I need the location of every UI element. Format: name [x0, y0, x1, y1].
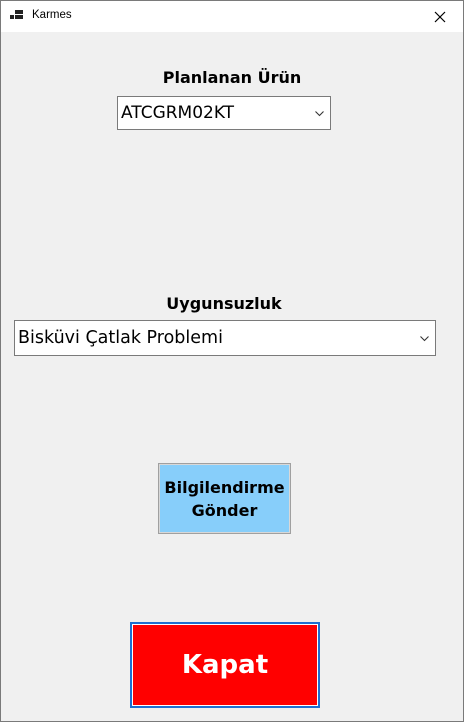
send-notification-label-line2: Gönder [191, 500, 258, 520]
window-title: Karmes [32, 9, 72, 21]
planned-product-select[interactable]: ATCGRM02KT [117, 96, 331, 130]
close-button-label: Kapat [181, 650, 269, 680]
close-button[interactable]: Kapat [130, 622, 320, 708]
send-notification-label-line1: Bilgilendirme [164, 477, 285, 497]
dialog-window: Karmes Planlanan Ürün ATCGRM02KT Uygunsu… [0, 0, 464, 722]
title-bar: Karmes [1, 1, 463, 32]
chevron-down-icon [315, 111, 324, 117]
nonconformity-select[interactable]: Bisküvi Çatlak Problemi [14, 320, 436, 356]
close-icon [434, 11, 446, 22]
planned-product-label: Planlanan Ürün [162, 68, 302, 87]
app-icon [10, 10, 23, 19]
planned-product-value: ATCGRM02KT [121, 103, 235, 123]
send-notification-button[interactable]: Bilgilendirme Gönder [158, 463, 291, 534]
window-close-button[interactable] [417, 1, 463, 32]
chevron-down-icon [420, 336, 429, 342]
nonconformity-value: Bisküvi Çatlak Problemi [18, 328, 223, 348]
nonconformity-label: Uygunsuzluk [166, 294, 282, 313]
